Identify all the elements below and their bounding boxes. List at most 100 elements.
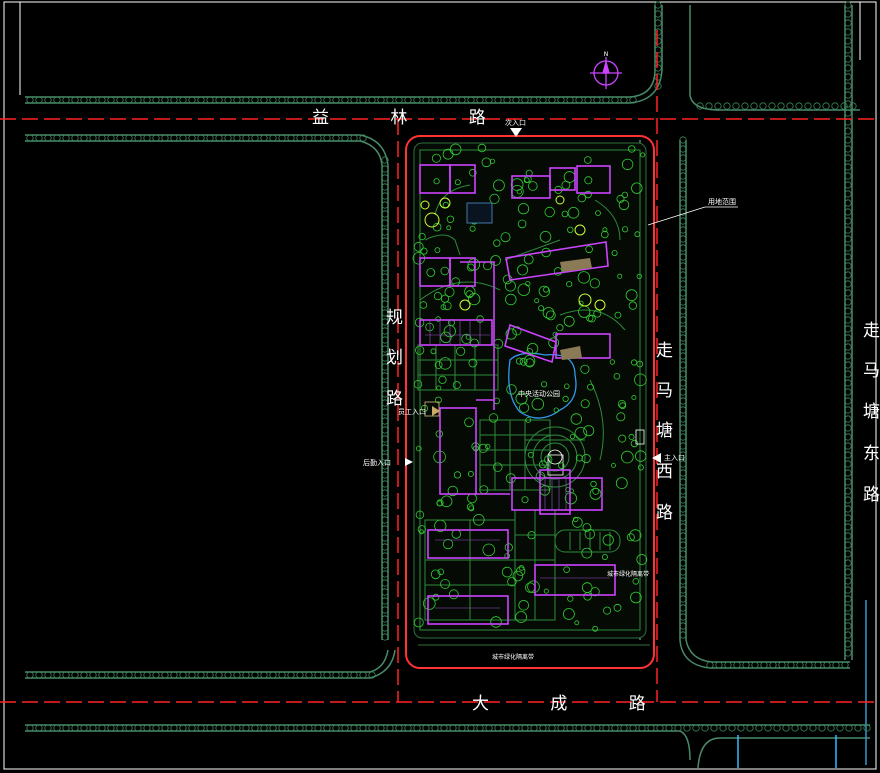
tree-symbol (679, 631, 687, 639)
tree-symbol (844, 262, 852, 270)
tree-symbol (381, 417, 389, 425)
tree-symbol (381, 480, 389, 488)
compass-north-label: N (604, 51, 609, 58)
tree-symbol (844, 298, 852, 306)
tree-symbol (381, 255, 389, 263)
tree-symbol (134, 134, 142, 142)
tree-symbol (395, 96, 403, 104)
tree-symbol (152, 671, 160, 679)
tree-symbol (679, 343, 687, 351)
tree-symbol (654, 64, 662, 72)
tree-symbol (679, 163, 687, 171)
tree-symbol (844, 487, 852, 495)
tree-symbol (381, 471, 389, 479)
tree-symbol (215, 724, 223, 732)
tree-symbol (759, 102, 767, 110)
site-plan-drawing: N 益 林 路 大 成 路 规 划 路 走 马 塘 西 路 走 马 塘 东 路 … (0, 1, 880, 770)
tree-symbol (98, 671, 106, 679)
tree-symbol (215, 671, 223, 679)
tree-symbol (467, 724, 475, 732)
tree-symbol (341, 134, 349, 142)
tree-symbol (233, 724, 241, 732)
tree-symbol (844, 244, 852, 252)
tree-symbol (679, 235, 687, 243)
tree-symbol (381, 543, 389, 551)
tree-symbol (296, 724, 304, 732)
tree-symbol (844, 82, 852, 90)
tree-symbol (89, 724, 97, 732)
tree-symbol (647, 724, 655, 732)
tree-symbol (683, 724, 691, 732)
tree-symbol (242, 96, 250, 104)
tree-symbol (179, 671, 187, 679)
tree-symbol (548, 724, 556, 732)
tree-symbol (152, 96, 160, 104)
tree-symbol (844, 523, 852, 531)
tree-symbol (381, 381, 389, 389)
tree-symbol (107, 96, 115, 104)
tree-symbol (188, 134, 196, 142)
tree-symbol (35, 96, 43, 104)
tree-symbol (332, 671, 340, 679)
tree-symbol (742, 661, 750, 669)
tree-symbol (381, 489, 389, 497)
tree-symbol (341, 671, 349, 679)
tree-symbol (844, 190, 852, 198)
tree-symbol (269, 671, 277, 679)
road-label-east-outer-3: 东 (863, 444, 880, 464)
tree-symbol (350, 671, 358, 679)
tree-symbol (386, 724, 394, 732)
tree-symbol (791, 724, 799, 732)
tree-symbol (341, 96, 349, 104)
tree-symbol (314, 671, 322, 679)
tree-symbol (844, 37, 852, 45)
tree-symbol (287, 134, 295, 142)
tree-symbol (777, 102, 785, 110)
tree-symbol (381, 408, 389, 416)
grid-ticks (737, 735, 837, 768)
tree-symbol (593, 96, 601, 104)
tree-symbol (620, 724, 628, 732)
tree-symbol (733, 661, 741, 669)
tree-symbol (26, 134, 34, 142)
tree-symbol (305, 134, 313, 142)
tree-symbol (679, 136, 687, 144)
tree-symbol (71, 96, 79, 104)
tree-symbol (53, 671, 61, 679)
tree-symbol (107, 724, 115, 732)
tree-symbol (557, 724, 565, 732)
tree-symbol (679, 568, 687, 576)
tree-symbol (206, 724, 214, 732)
green-belt-east-label: 城市绿化隔离带 (607, 570, 649, 578)
tree-symbol (35, 724, 43, 732)
tree-symbol (260, 671, 268, 679)
tree-symbol (179, 724, 187, 732)
road-label-north: 益 林 路 (312, 108, 514, 128)
tree-symbol (512, 724, 520, 732)
tree-symbol (377, 96, 385, 104)
tree-symbol (89, 671, 97, 679)
tree-symbol (350, 134, 358, 142)
tree-symbol (71, 671, 79, 679)
tree-symbol (844, 64, 852, 72)
tree-symbol (706, 661, 714, 669)
tree-symbol (844, 235, 852, 243)
tree-symbol (844, 343, 852, 351)
tree-symbol (53, 724, 61, 732)
tree-symbol (224, 724, 232, 732)
tree-symbol (620, 96, 628, 104)
tree-symbol (584, 724, 592, 732)
tree-symbol (278, 134, 286, 142)
tree-symbol (750, 102, 758, 110)
tree-symbol (152, 724, 160, 732)
tree-symbol (305, 96, 313, 104)
tree-symbol (844, 532, 852, 540)
tree-symbol (381, 246, 389, 254)
tree-symbol (723, 102, 731, 110)
tree-symbol (844, 397, 852, 405)
tree-symbol (844, 154, 852, 162)
tree-symbol (679, 442, 687, 450)
tree-symbol (814, 661, 822, 669)
tree-symbol (827, 724, 835, 732)
tree-symbol (679, 388, 687, 396)
